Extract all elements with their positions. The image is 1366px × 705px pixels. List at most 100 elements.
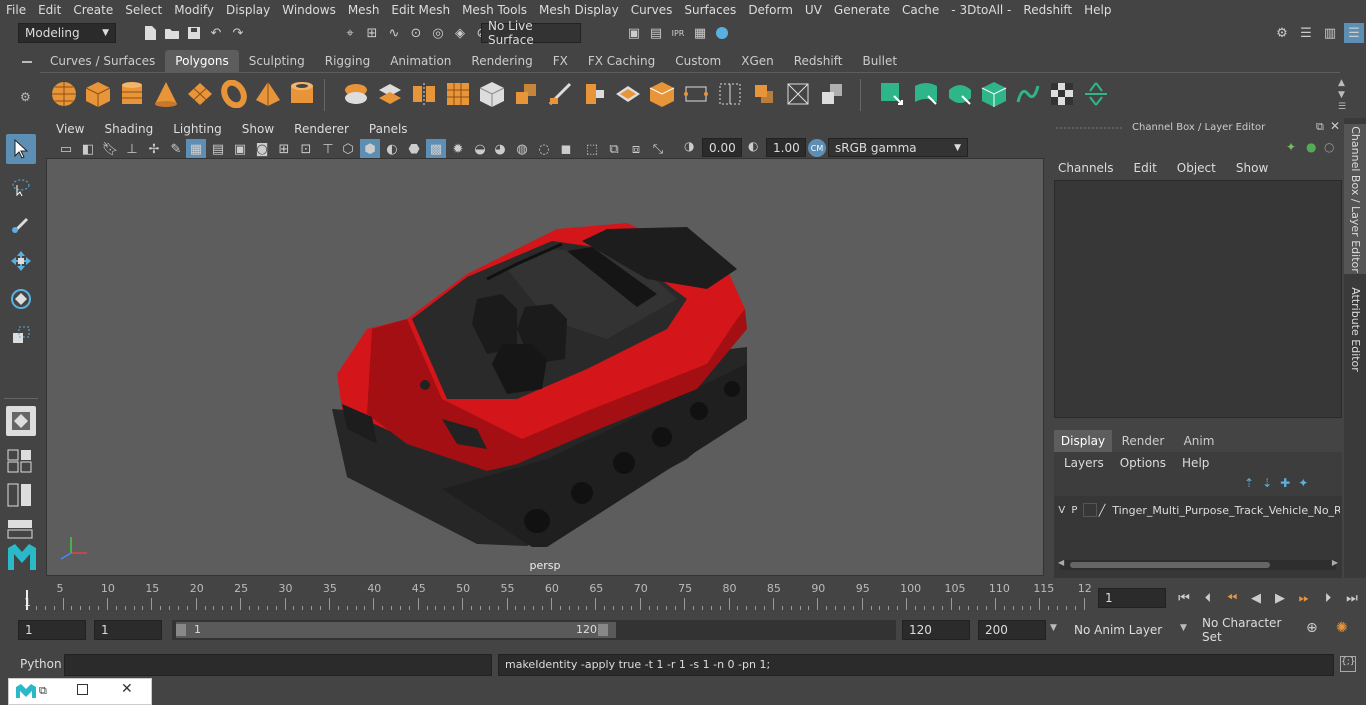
select-tool-arrow-icon[interactable]	[6, 134, 36, 164]
restore-window-icon[interactable]: ⧉	[39, 684, 47, 698]
tab-polygons[interactable]: Polygons	[165, 50, 239, 72]
bookmark-icon[interactable]: 🔖︎	[100, 139, 120, 159]
undo-icon[interactable]: ↶	[206, 23, 226, 43]
safe-title-icon[interactable]: ⊤	[318, 139, 338, 159]
chevron-down-icon[interactable]: ▼	[1180, 623, 1187, 633]
reduce-icon[interactable]	[478, 80, 506, 108]
motion-blur-icon[interactable]: ◍	[512, 139, 532, 159]
open-scene-icon[interactable]	[162, 23, 182, 43]
menu-generate[interactable]: Generate	[828, 3, 896, 17]
menu-layer-help[interactable]: Help	[1182, 456, 1209, 470]
move-tool-icon[interactable]	[6, 246, 36, 276]
combine-icon[interactable]	[342, 80, 370, 108]
menu-select[interactable]: Select	[119, 3, 168, 17]
ipr-render-icon[interactable]: IPR	[668, 23, 688, 43]
camera-attributes-icon[interactable]: ◧	[78, 139, 98, 159]
uv-checker-icon[interactable]	[1048, 80, 1076, 108]
scene-start-field[interactable]: 1	[18, 620, 86, 640]
float-panel-icon[interactable]: ⧉	[1316, 120, 1324, 134]
scale-tool-icon[interactable]	[6, 320, 36, 350]
use-all-lights-icon[interactable]: ✹	[448, 139, 468, 159]
step-back-frame-icon[interactable]: ⏴︎	[1198, 588, 1218, 608]
tab-animation[interactable]: Animation	[380, 50, 461, 72]
side-tab-attribute-editor[interactable]: Attribute Editor	[1344, 284, 1366, 374]
menu-edit[interactable]: Edit	[32, 3, 67, 17]
mirror-icon[interactable]	[410, 80, 438, 108]
step-back-key-icon[interactable]: ⏪︎	[1222, 588, 1242, 608]
menu-edit-mesh[interactable]: Edit Mesh	[385, 3, 456, 17]
tab-curves-surfaces[interactable]: Curves / Surfaces	[40, 50, 165, 72]
menu-mesh[interactable]: Mesh	[342, 3, 386, 17]
xray-icon[interactable]: ⧉	[604, 139, 624, 159]
mode-selector[interactable]: Modeling ▼	[18, 23, 116, 43]
tab-rigging[interactable]: Rigging	[315, 50, 380, 72]
tab-sculpting[interactable]: Sculpting	[239, 50, 315, 72]
gamma-field[interactable]: 1.00	[766, 138, 806, 157]
modeling-toolkit-icon[interactable]: ⚙	[1272, 23, 1292, 43]
wedge-icon[interactable]	[818, 80, 846, 108]
xray-joints-icon[interactable]: ⧈	[626, 139, 646, 159]
viewport-menu-panels[interactable]: Panels	[359, 122, 418, 136]
rotate-tool-icon[interactable]	[6, 284, 36, 314]
xray-active-icon[interactable]: ⤡	[648, 139, 668, 159]
new-scene-icon[interactable]	[140, 23, 160, 43]
menu-3dtoall[interactable]: - 3DtoAll -	[945, 3, 1017, 17]
range-slider-start-grip[interactable]	[176, 624, 186, 636]
image-plane-icon[interactable]: ⊥	[122, 139, 142, 159]
tab-fx[interactable]: FX	[543, 50, 578, 72]
poly-plane-icon[interactable]	[186, 80, 214, 108]
spherical-mapping-icon[interactable]	[946, 80, 974, 108]
poly-sphere-icon[interactable]	[50, 80, 78, 108]
wireframe-on-shaded-icon[interactable]: ⬣	[404, 139, 424, 159]
menu-curves[interactable]: Curves	[625, 3, 679, 17]
layer-visibility-toggle[interactable]: V	[1056, 505, 1068, 516]
snap-curve-icon[interactable]: ∿	[384, 23, 404, 43]
color-management-icon[interactable]: CM	[808, 139, 826, 157]
step-forward-key-icon[interactable]: ⏩︎	[1294, 588, 1314, 608]
layer-name[interactable]: Tinger_Multi_Purpose_Track_Vehicle_No_Ro	[1112, 504, 1340, 517]
go-to-start-icon[interactable]: ⏮︎	[1174, 588, 1194, 608]
poly-cone-icon[interactable]	[152, 80, 180, 108]
current-time-marker[interactable]	[26, 590, 28, 610]
single-view-layout-icon[interactable]	[6, 406, 36, 436]
tab-rendering[interactable]: Rendering	[461, 50, 542, 72]
menu-mesh-tools[interactable]: Mesh Tools	[456, 3, 533, 17]
select-by-hierarchy-icon[interactable]: ⌖	[340, 23, 360, 43]
character-set-selector[interactable]: No Character Set	[1196, 616, 1300, 644]
tool-settings-toggle-icon[interactable]: ▥	[1320, 23, 1340, 43]
menu-layers[interactable]: Layers	[1064, 456, 1104, 470]
snap-view-icon[interactable]: ◎	[428, 23, 448, 43]
side-tab-channel-box[interactable]: Channel Box / Layer Editor	[1344, 124, 1366, 274]
snap-surface-icon[interactable]: ◈	[450, 23, 470, 43]
color-space-selector[interactable]: sRGB gamma ▼	[828, 138, 968, 157]
menu-surfaces[interactable]: Surfaces	[678, 3, 742, 17]
shadows-icon[interactable]: ◒	[470, 139, 490, 159]
poly-pipe-icon[interactable]	[288, 80, 316, 108]
save-scene-icon[interactable]	[184, 23, 204, 43]
menu-channels[interactable]: Channels	[1058, 161, 1114, 175]
playback-end-field[interactable]: 120	[902, 620, 970, 640]
poly-pyramid-icon[interactable]	[254, 80, 282, 108]
maximize-window-icon[interactable]	[77, 684, 88, 695]
range-slider-handle[interactable]	[176, 622, 616, 638]
layer-color-swatch[interactable]	[1083, 503, 1097, 517]
tab-custom[interactable]: Custom	[665, 50, 731, 72]
play-forwards-icon[interactable]: ▶	[1270, 588, 1290, 608]
resolution-gate-icon[interactable]: ▣	[230, 139, 250, 159]
extrude-icon[interactable]	[512, 80, 540, 108]
scroll-thumb[interactable]	[1070, 562, 1270, 568]
menu-create[interactable]: Create	[67, 3, 119, 17]
menu-file[interactable]: File	[0, 3, 32, 17]
safe-action-icon[interactable]: ⊡	[296, 139, 316, 159]
animation-preferences-icon[interactable]: ✺	[1336, 620, 1348, 636]
range-slider-track[interactable]: 1 120	[172, 620, 896, 640]
channel-box-key-icon[interactable]: ✦	[1286, 140, 1296, 154]
separate-icon[interactable]	[376, 80, 404, 108]
unfold-uv-icon[interactable]	[1082, 80, 1110, 108]
poke-face-icon[interactable]	[784, 80, 812, 108]
go-to-end-icon[interactable]: ⏭︎	[1342, 588, 1362, 608]
channel-box-toggle-icon[interactable]: ☰	[1344, 23, 1364, 43]
menu-deform[interactable]: Deform	[742, 3, 799, 17]
viewport-menu-lighting[interactable]: Lighting	[163, 122, 232, 136]
snap-grid-icon[interactable]: ⊞	[362, 23, 382, 43]
